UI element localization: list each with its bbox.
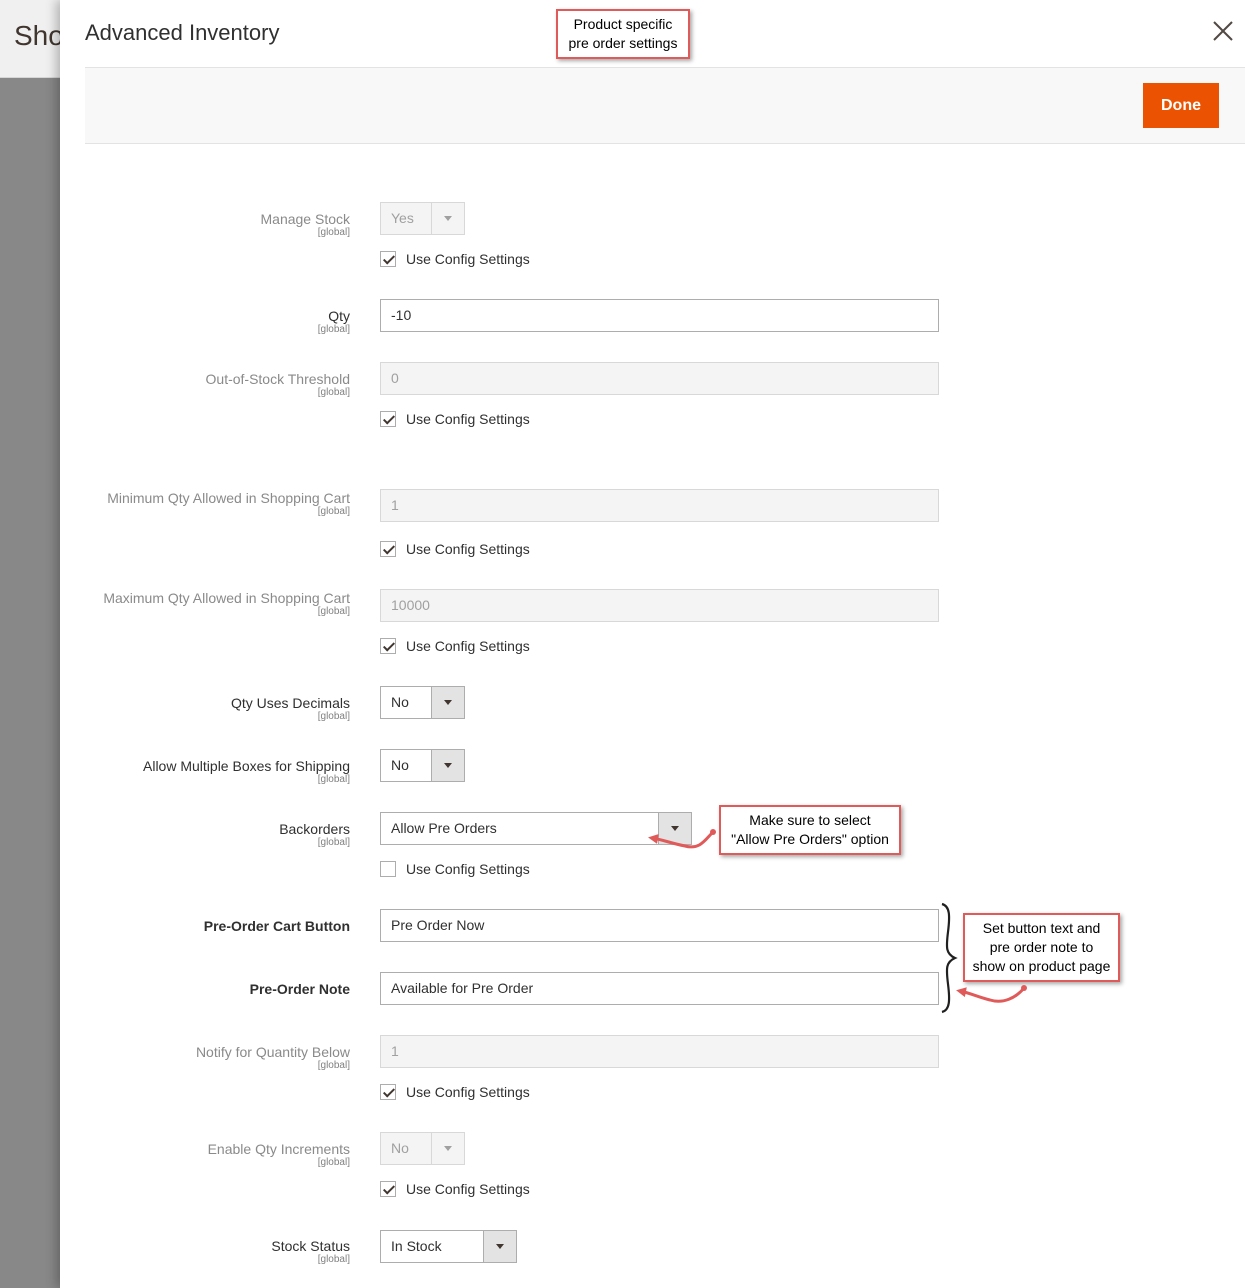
chevron-down-icon (658, 813, 691, 844)
background-page (0, 0, 60, 1288)
scope-label: [global] (317, 1157, 350, 1168)
scope-label: [global] (317, 606, 350, 617)
checkbox-checked-icon (380, 1181, 396, 1197)
min-qty-cart-label: Minimum Qty Allowed in Shopping Cart [gl… (100, 490, 350, 518)
checkbox-checked-icon (380, 251, 396, 267)
scope-label: [global] (317, 837, 350, 848)
done-button[interactable]: Done (1143, 83, 1219, 128)
qty-label: Qty [global] (317, 308, 350, 335)
chevron-down-icon (431, 203, 464, 234)
max-qty-cart-input[interactable]: 10000 (380, 589, 939, 622)
chevron-down-icon (431, 687, 464, 718)
background-page-title: Shop (14, 20, 60, 51)
checkbox-checked-icon (380, 638, 396, 654)
notify-qty-below-label: Notify for Quantity Below [global] (195, 1044, 350, 1071)
chevron-down-icon (431, 1133, 464, 1164)
scope-label: [global] (317, 774, 350, 785)
scope-label: [global] (317, 1254, 350, 1265)
callout-backorders: Make sure to select "Allow Pre Orders" o… (719, 805, 901, 855)
checkbox-checked-icon (380, 411, 396, 427)
chevron-down-icon (483, 1231, 516, 1262)
allow-multiple-boxes-select[interactable]: No (380, 749, 465, 782)
scope-label: [global] (317, 1060, 350, 1071)
scope-label: [global] (317, 324, 350, 335)
preorder-cart-button-label: Pre-Order Cart Button (203, 918, 350, 934)
min-qty-cart-input[interactable]: 1 (380, 489, 939, 522)
notify-qty-below-input[interactable]: 1 (380, 1035, 939, 1068)
allow-multiple-boxes-label: Allow Multiple Boxes for Shipping [globa… (143, 758, 350, 785)
preorder-note-input[interactable]: Available for Pre Order (380, 972, 939, 1005)
scope-label: [global] (317, 506, 350, 517)
manage-stock-label: Manage Stock [global] (260, 211, 351, 238)
background-header: Shop (0, 0, 60, 78)
qty-input[interactable]: -10 (380, 299, 939, 332)
qty-uses-decimals-label: Qty Uses Decimals [global] (230, 695, 350, 722)
close-icon (1213, 21, 1233, 41)
scope-label: [global] (317, 711, 350, 722)
preorder-cart-button-input[interactable]: Pre Order Now (380, 909, 939, 942)
modal-toolbar (85, 67, 1245, 144)
backorders-select[interactable]: Allow Pre Orders (380, 812, 692, 845)
stock-status-select[interactable]: In Stock (380, 1230, 517, 1263)
callout-product-specific: Product specific pre order settings (556, 9, 690, 59)
out-of-stock-threshold-input[interactable]: 0 (380, 362, 939, 395)
qty-uses-decimals-select[interactable]: No (380, 686, 465, 719)
checkbox-unchecked-icon (380, 861, 396, 877)
advanced-inventory-modal: Advanced Inventory Done Manage Stock [gl… (60, 0, 1245, 1288)
modal-title: Advanced Inventory (85, 20, 280, 45)
stock-status-label: Stock Status [global] (271, 1238, 350, 1265)
preorder-note-label: Pre-Order Note (249, 981, 350, 997)
enable-qty-increments-label: Enable Qty Increments [global] (207, 1141, 350, 1168)
max-qty-cart-label: Maximum Qty Allowed in Shopping Cart [gl… (100, 590, 350, 618)
callout-preorder-fields: Set button text and pre order note to sh… (963, 913, 1120, 982)
checkbox-checked-icon (380, 1084, 396, 1100)
scope-label: [global] (317, 387, 350, 398)
out-of-stock-threshold-label: Out-of-Stock Threshold [global] (205, 371, 350, 398)
close-button[interactable] (1210, 18, 1236, 44)
backorders-label: Backorders [global] (279, 821, 350, 848)
manage-stock-select[interactable]: Yes (380, 202, 465, 235)
scope-label: [global] (317, 227, 350, 238)
checkbox-checked-icon (380, 541, 396, 557)
chevron-down-icon (431, 750, 464, 781)
enable-qty-increments-select[interactable]: No (380, 1132, 465, 1165)
